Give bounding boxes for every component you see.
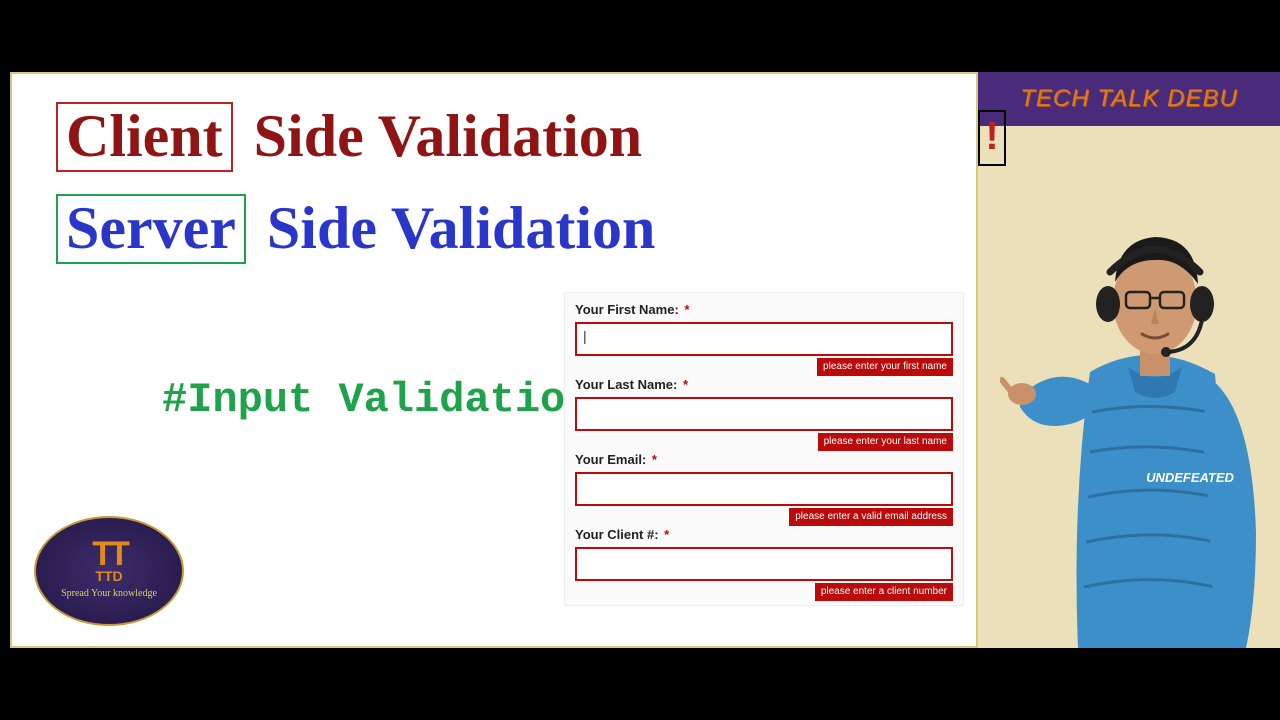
server-rest: Side Validation [267,195,656,261]
required-star: * [652,452,657,467]
presenter-panel: TECH TALK DEBU ! [978,72,1280,648]
channel-logo: TT TTD Spread Your knowledge [34,516,184,626]
label-email: Your Email: * [575,452,657,467]
input-email[interactable] [575,472,953,506]
logo-tt: TT [92,543,126,567]
form-row-first-name: Your First Name: * | please enter your f… [575,301,953,374]
form-preview: Your First Name: * | please enter your f… [564,292,964,606]
label-first-name: Your First Name: * [575,302,689,317]
presenter-svg: UNDEFEATED [1000,162,1280,648]
error-email: please enter a valid email address [789,508,953,526]
label-last-name: Your Last Name: * [575,377,688,392]
logo-slogan: Spread Your knowledge [61,588,157,599]
content-panel: Client Side Validation Server Side Valid… [10,72,978,648]
input-client-number[interactable] [575,547,953,581]
required-star: * [664,527,669,542]
presenter-figure: UNDEFEATED [1000,162,1280,648]
error-first-name: please enter your first name [817,358,953,376]
error-client-number: please enter a client number [815,583,953,601]
form-row-client-number: Your Client #: * please enter a client n… [575,526,953,599]
client-rest: Side Validation [254,103,643,169]
title-client-side: Client Side Validation [56,102,642,172]
input-first-name[interactable]: | [575,322,953,356]
form-row-last-name: Your Last Name: * please enter your last… [575,376,953,449]
error-last-name: please enter your last name [818,433,953,451]
required-star: * [683,377,688,392]
label-client-number: Your Client #: * [575,527,669,542]
server-box: Server [56,194,246,264]
client-box: Client [56,102,233,172]
logo-ttd: TTD [95,568,122,584]
hashtag-input-validation: #Input Validation [162,376,590,424]
required-star: * [684,302,689,317]
channel-banner: TECH TALK DEBU [978,72,1280,126]
input-last-name[interactable] [575,397,953,431]
title-server-side: Server Side Validation [56,194,655,264]
form-row-email: Your Email: * please enter a valid email… [575,451,953,524]
stage: Client Side Validation Server Side Valid… [0,72,1280,648]
exclaim-icon: ! [978,110,1006,166]
svg-text:UNDEFEATED: UNDEFEATED [1146,470,1234,485]
